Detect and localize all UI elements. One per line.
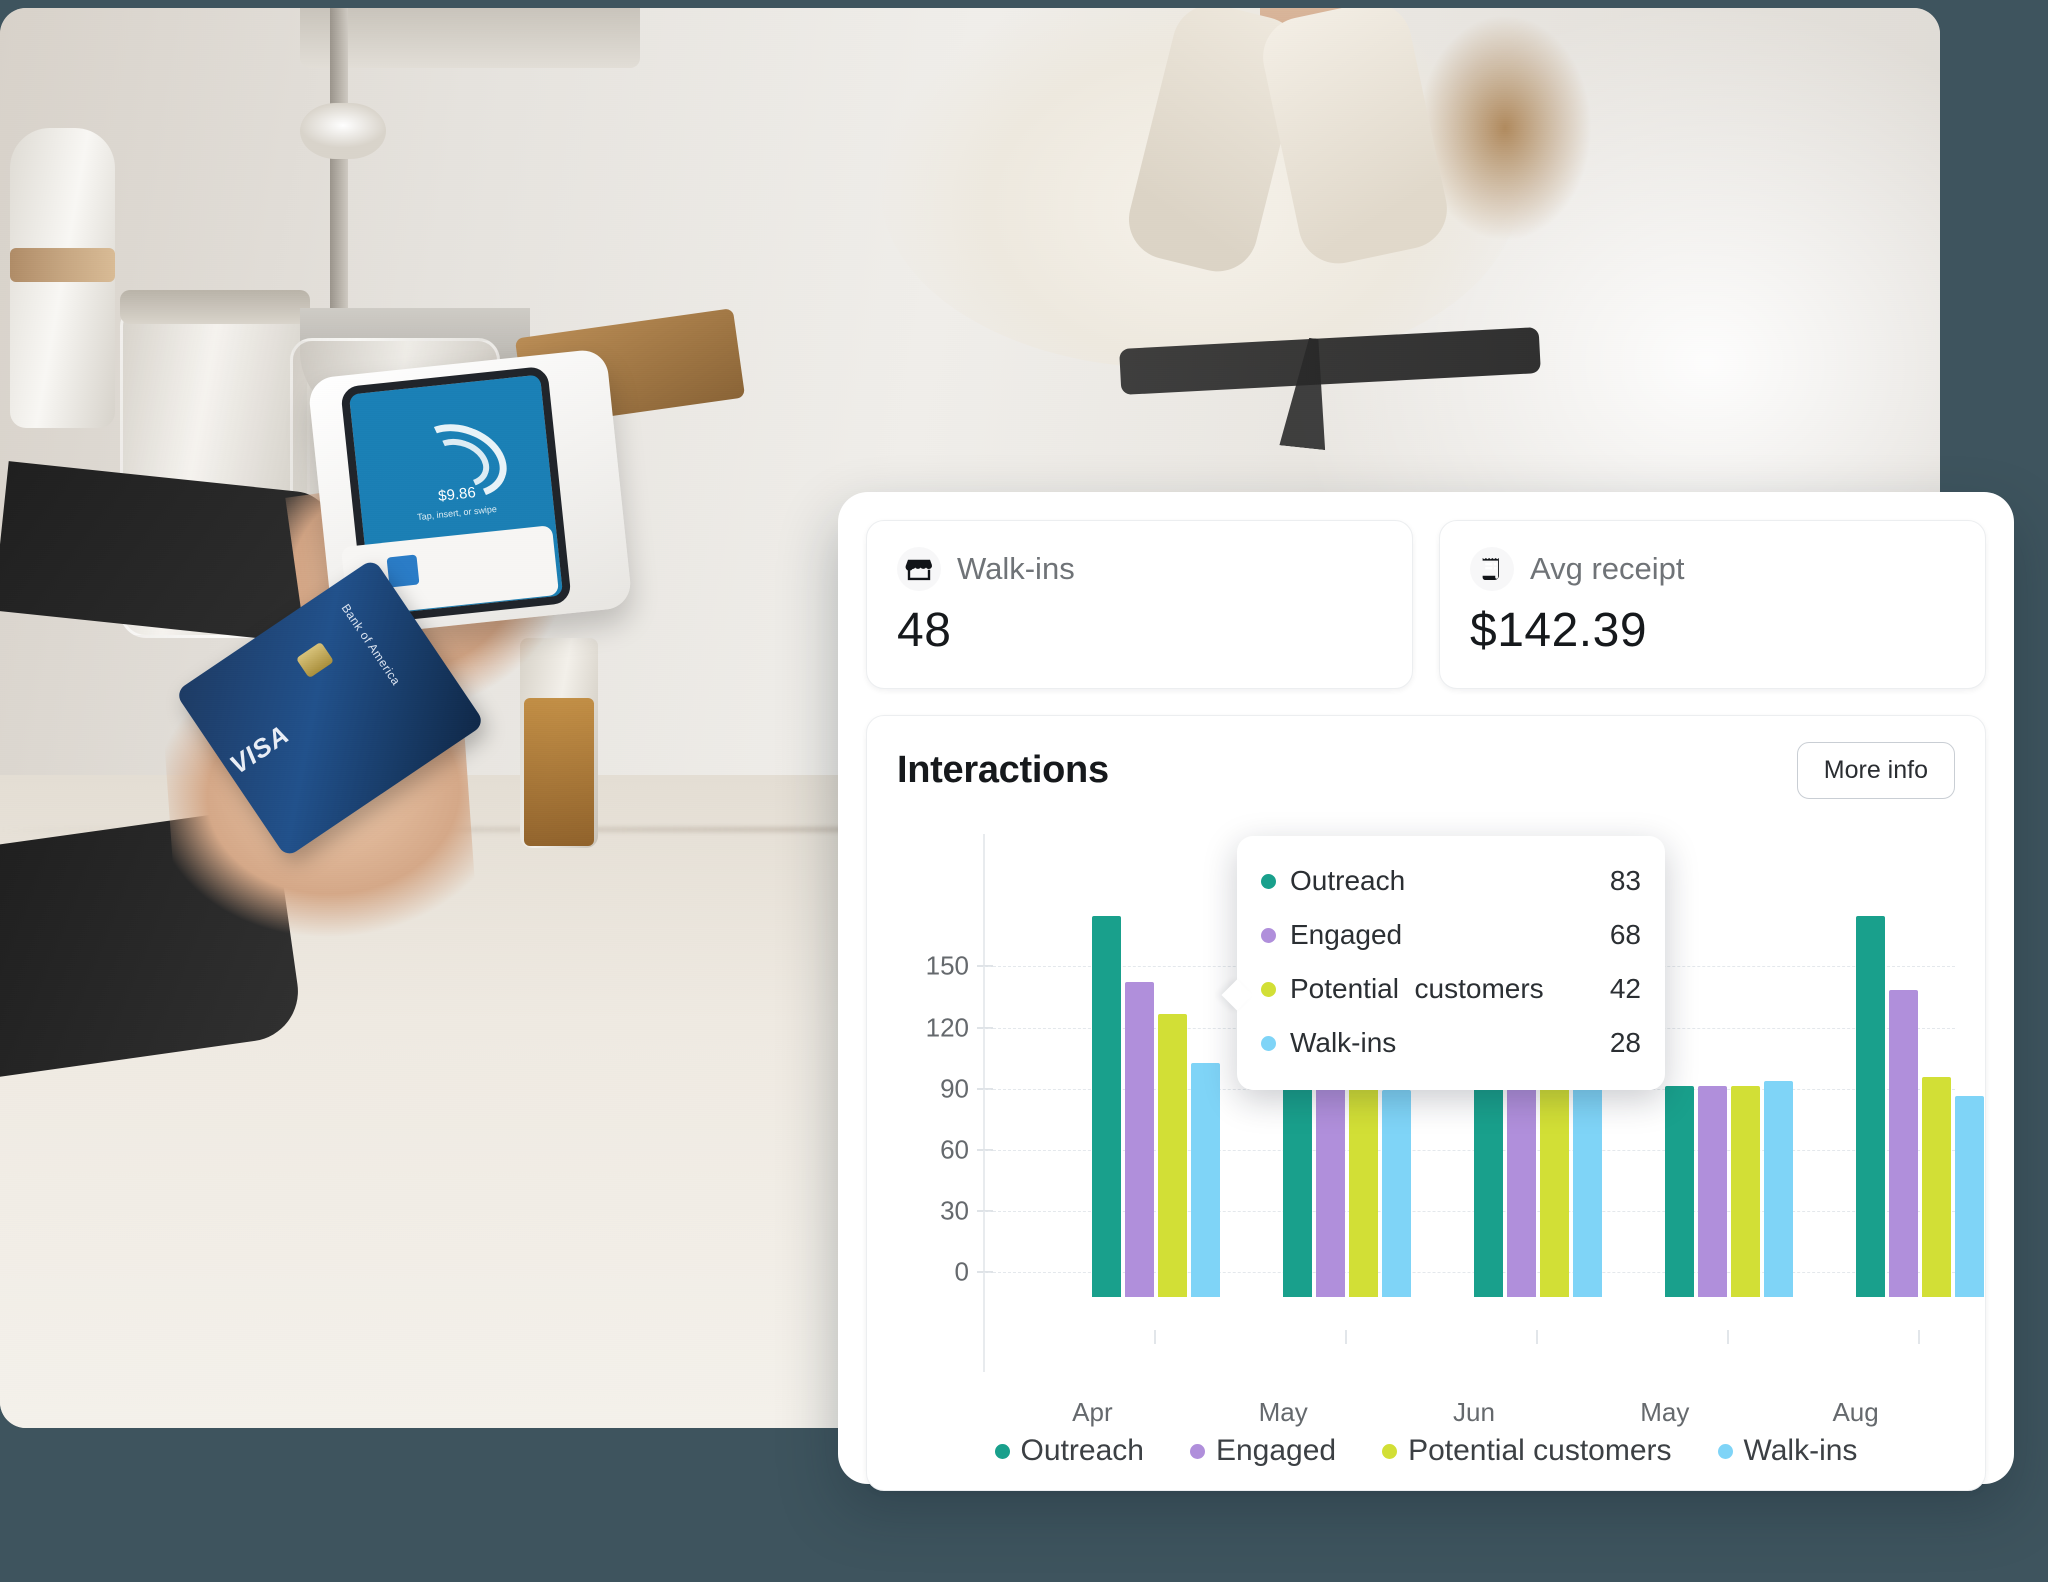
legend-color-dot xyxy=(1382,1443,1398,1459)
x-axis-tick-mark xyxy=(1917,1330,1920,1344)
stat-card-header: Avg receipt xyxy=(1470,547,1955,591)
y-axis-tick-label: 90 xyxy=(940,1073,969,1104)
legend-item[interactable]: Potential customers xyxy=(1382,1434,1672,1468)
x-axis-tick-mark xyxy=(1726,1330,1729,1344)
y-axis-line xyxy=(983,834,985,1372)
x-axis-label: Aug xyxy=(1832,1397,1879,1427)
legend-color-dot xyxy=(1717,1443,1733,1459)
stat-card-avg-receipt: Avg receipt $142.39 xyxy=(1439,520,1986,689)
bar[interactable] xyxy=(1697,1085,1727,1298)
tooltip-color-dot xyxy=(1261,873,1276,889)
legend-label: Outreach xyxy=(1020,1434,1144,1467)
tooltip-row: Engaged 68 xyxy=(1261,908,1641,962)
legend-label: Engaged xyxy=(1215,1434,1337,1467)
tooltip-series-label: Walk-ins xyxy=(1290,1027,1397,1058)
y-axis-tick-label: 0 xyxy=(954,1256,969,1287)
bar[interactable] xyxy=(1664,1085,1694,1298)
tooltip-series-value: 68 xyxy=(1609,919,1641,950)
tooltip-series-label: Potential customers xyxy=(1290,973,1544,1004)
chart-legend: Outreach Engaged Potential customers Walk-i… xyxy=(867,1434,1985,1468)
bar[interactable] xyxy=(1191,1063,1221,1298)
x-axis-labels: Apr May Jun May Aug xyxy=(997,1397,1951,1428)
bar[interactable] xyxy=(1888,989,1918,1298)
bar[interactable] xyxy=(1473,1085,1503,1298)
legend-item[interactable]: Outreach xyxy=(994,1434,1144,1468)
tooltip-series-value: 42 xyxy=(1609,973,1641,1004)
bar[interactable] xyxy=(1954,1095,1984,1298)
x-axis-tick-mark xyxy=(1345,1330,1348,1344)
stat-card-label: Avg receipt xyxy=(1530,551,1685,586)
stat-card-value: 48 xyxy=(897,604,952,657)
bar[interactable] xyxy=(1730,1085,1760,1298)
x-axis-label: Apr xyxy=(1072,1397,1113,1427)
bar[interactable] xyxy=(1921,1077,1951,1298)
bar[interactable] xyxy=(1763,1081,1793,1298)
tooltip-color-dot xyxy=(1261,981,1276,997)
legend-color-dot xyxy=(1189,1443,1205,1459)
x-axis-tick-mark xyxy=(1154,1330,1157,1344)
interactions-chart-card: Interactions More info 150 120 90 60 30 0 Apr… xyxy=(866,715,1986,1491)
tooltip-color-dot xyxy=(1261,1035,1276,1051)
legend-color-dot xyxy=(994,1443,1010,1459)
bar[interactable] xyxy=(1506,1085,1536,1298)
legend-label: Potential customers xyxy=(1408,1434,1672,1467)
bar-chart-plot: 150 120 90 60 30 0 Apr May Jun May Aug Outreach 83… xyxy=(897,834,1984,1427)
y-axis-tick-label: 30 xyxy=(940,1195,969,1226)
legend-label: Walk-ins xyxy=(1743,1434,1858,1467)
x-axis-label: Jun xyxy=(1453,1397,1495,1427)
tooltip-series-label: Engaged xyxy=(1290,919,1403,950)
page-background: $9.86 Tap, insert, or swipe VISA Bank of… xyxy=(0,0,2048,1582)
receipt-icon xyxy=(1470,547,1514,591)
tooltip-series-value: 28 xyxy=(1609,1027,1641,1058)
bar[interactable] xyxy=(1125,981,1155,1298)
tooltip-color-dot xyxy=(1261,927,1276,943)
y-axis-tick-label: 150 xyxy=(925,950,969,981)
x-axis-label: May xyxy=(1258,1397,1308,1427)
storefront-icon xyxy=(897,547,941,591)
tooltip-series-label: Outreach xyxy=(1290,865,1406,896)
bar[interactable] xyxy=(1539,1085,1569,1298)
chart-tooltip: Outreach 83 Engaged 68 Potential customers 42… xyxy=(1237,836,1665,1090)
bar[interactable] xyxy=(1092,916,1122,1298)
tooltip-series-value: 83 xyxy=(1609,865,1641,896)
stat-card-value: $142.39 xyxy=(1470,604,1648,657)
stat-card-header: Walk-ins xyxy=(897,547,1382,591)
chart-title: Interactions xyxy=(897,749,1109,791)
bar[interactable] xyxy=(1382,1089,1412,1298)
x-axis-tick-mark xyxy=(1535,1330,1538,1344)
tooltip-row: Outreach 83 xyxy=(1261,854,1641,908)
tooltip-row: Walk-ins 28 xyxy=(1261,1016,1641,1070)
tooltip-row: Potential customers 42 xyxy=(1261,962,1641,1016)
analytics-dashboard-panel: Walk-ins 48 Avg receipt $142.39 Interact… xyxy=(838,492,2014,1491)
y-axis-tick-label: 60 xyxy=(940,1134,969,1165)
legend-item[interactable]: Walk-ins xyxy=(1717,1434,1858,1468)
x-axis-label: May xyxy=(1640,1397,1690,1427)
bar[interactable] xyxy=(1855,916,1885,1298)
bar[interactable] xyxy=(1158,1014,1188,1298)
stat-card-walk-ins: Walk-ins 48 xyxy=(866,520,1413,689)
bar[interactable] xyxy=(1572,1081,1602,1298)
stat-card-label: Walk-ins xyxy=(957,551,1075,586)
legend-item[interactable]: Engaged xyxy=(1189,1434,1337,1468)
y-axis-tick-label: 120 xyxy=(925,1012,969,1043)
bar[interactable] xyxy=(1349,1079,1379,1298)
stat-cards-row: Walk-ins 48 Avg receipt $142.39 xyxy=(866,520,1986,689)
chart-header: Interactions More info xyxy=(897,742,1955,799)
more-info-button[interactable]: More info xyxy=(1796,742,1955,799)
